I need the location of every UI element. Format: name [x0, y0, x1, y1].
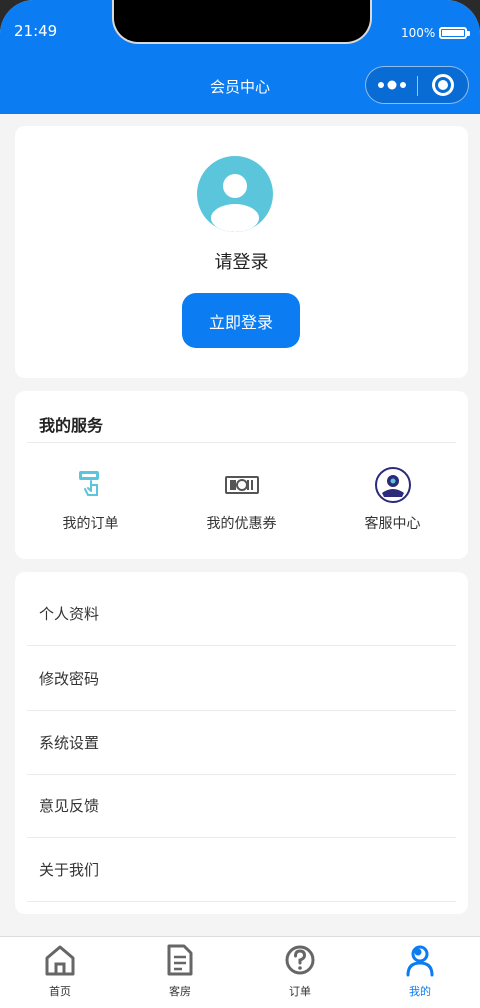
menu-item-change-password[interactable]: 修改密码: [27, 647, 456, 711]
capsule-divider: [417, 76, 418, 96]
service-label: 我的优惠券: [206, 516, 277, 532]
tab-label: 客房: [169, 985, 191, 998]
user-icon: [406, 945, 434, 977]
header: 21:49 100% 会员中心: [0, 0, 480, 114]
service-label: 客服中心: [364, 516, 421, 532]
status-time: 21:49: [14, 22, 58, 40]
tab-orders[interactable]: 订单: [240, 937, 360, 1008]
menu-item-label: 个人资料: [39, 605, 100, 623]
service-customer-center[interactable]: 客服中心: [317, 453, 468, 543]
service-my-coupons[interactable]: 我的优惠券: [166, 453, 317, 543]
menu-item-profile[interactable]: 个人资料: [27, 582, 456, 646]
battery-percent: 100%: [401, 26, 436, 40]
menu-item-label: 意见反馈: [39, 797, 100, 815]
login-button[interactable]: 立即登录: [182, 293, 300, 348]
menu-item-label: 修改密码: [39, 670, 100, 688]
device-notch: [112, 0, 372, 44]
login-card: 请登录 立即登录: [15, 126, 468, 378]
coupon-icon: [225, 476, 259, 494]
tab-mine[interactable]: 我的: [360, 937, 480, 1008]
services-title: 我的服务: [39, 416, 104, 435]
document-icon: [167, 944, 193, 976]
tab-label: 首页: [49, 985, 71, 998]
tab-home[interactable]: 首页: [0, 937, 120, 1008]
menu-item-about-us[interactable]: 关于我们: [27, 838, 456, 902]
tab-label: 订单: [289, 985, 311, 998]
menu-item-feedback[interactable]: 意见反馈: [27, 774, 456, 838]
login-prompt: 请登录: [214, 252, 269, 273]
order-hand-icon: [79, 471, 99, 496]
service-my-orders[interactable]: 我的订单: [15, 453, 166, 543]
service-label: 我的订单: [62, 516, 119, 532]
more-icon[interactable]: [376, 79, 408, 91]
phone-screen: 21:49 100% 会员中心 请登录 立即登录 我的服务 我的订单 我的优惠券…: [0, 0, 480, 1008]
close-mini-program-icon[interactable]: [432, 74, 454, 96]
menu-item-label: 关于我们: [39, 861, 100, 879]
services-card: 我的服务 我的订单 我的优惠券 客服中心: [15, 391, 468, 559]
customer-service-icon: [375, 467, 411, 503]
tab-rooms[interactable]: 客房: [120, 937, 240, 1008]
battery-tip: [467, 31, 470, 36]
menu-item-label: 系统设置: [39, 734, 100, 752]
avatar: [197, 156, 273, 232]
settings-menu-card: 个人资料 修改密码 系统设置 意见反馈 关于我们: [15, 572, 468, 914]
home-icon: [45, 945, 75, 976]
mini-program-capsule: [365, 66, 469, 104]
question-icon: [285, 945, 315, 975]
tab-bar: 首页 客房 订单 我的: [0, 936, 480, 1008]
user-avatar-icon: [211, 174, 259, 232]
menu-item-system-settings[interactable]: 系统设置: [27, 711, 456, 775]
tab-label: 我的: [409, 985, 431, 998]
services-divider: [27, 442, 456, 443]
battery-icon: [439, 27, 467, 39]
